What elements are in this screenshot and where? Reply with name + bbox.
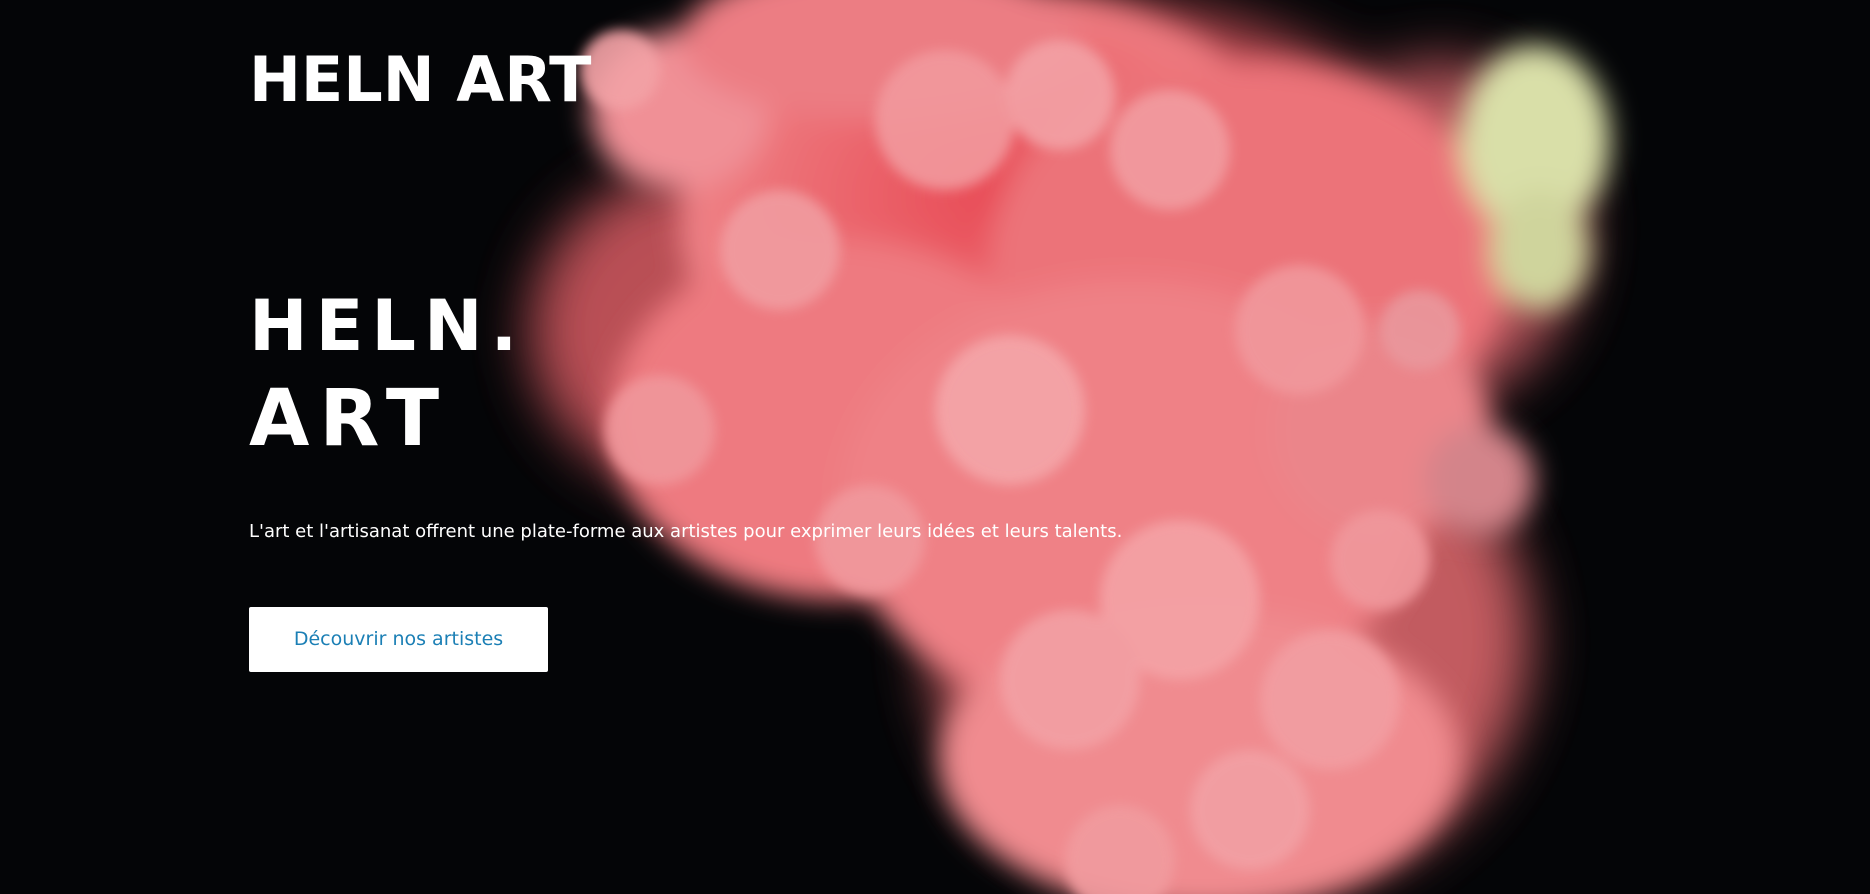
hero-tagline: L'art et l'artisanat offrent une plate-f… xyxy=(249,521,1123,542)
hero-title-line-1: HELN. xyxy=(249,285,526,367)
hero-title-line-2: ART xyxy=(249,374,450,464)
discover-artists-button[interactable]: Découvrir nos artistes xyxy=(249,607,548,672)
hero-section: HELN ART HELN. ART L'art et l'artisanat … xyxy=(0,0,1870,894)
site-logo[interactable]: HELN ART xyxy=(249,40,591,120)
